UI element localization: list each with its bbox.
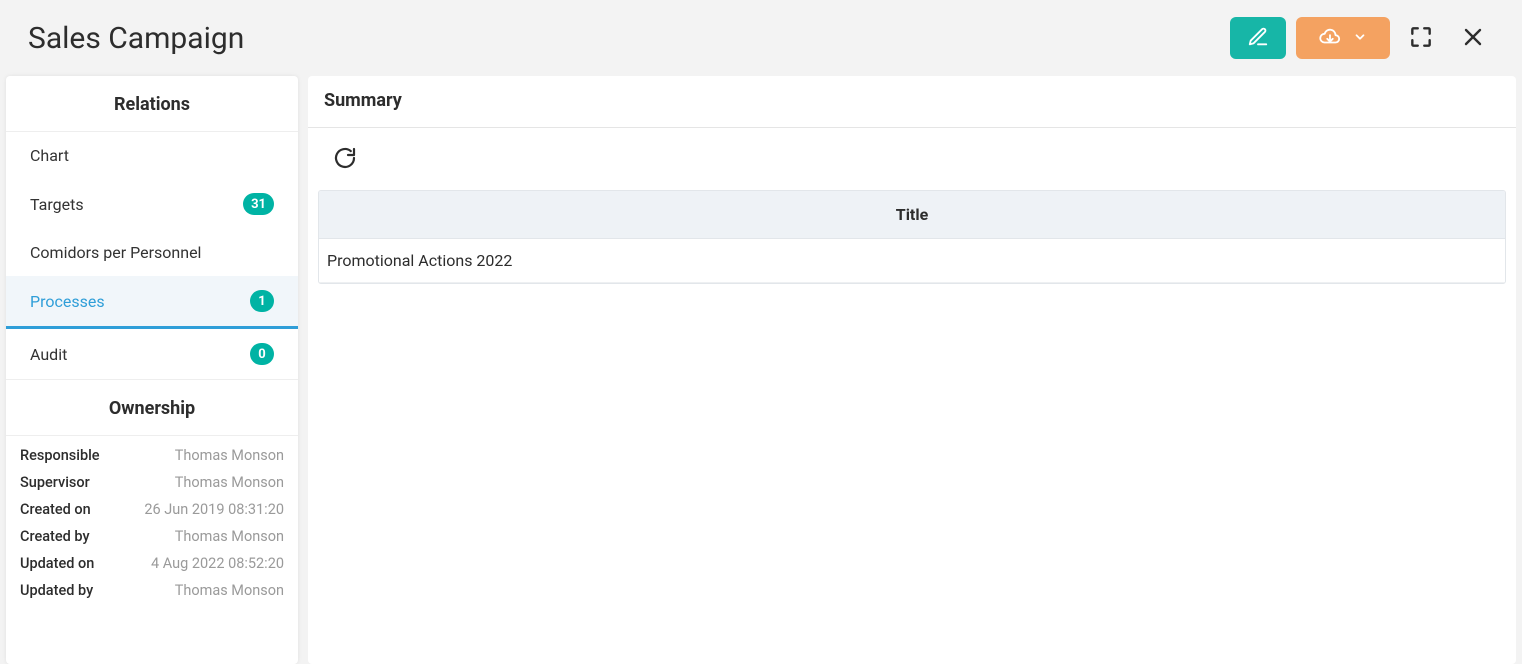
ownership-label: Created on: [20, 501, 91, 518]
ownership-value: Thomas Monson: [175, 582, 284, 599]
ownership-label: Supervisor: [20, 474, 90, 491]
sidebar-item-chart[interactable]: Chart: [6, 132, 298, 179]
ownership-label: Updated by: [20, 582, 93, 599]
sidebar-item-label: Targets: [30, 195, 84, 214]
ownership-label: Created by: [20, 528, 90, 545]
page-title: Sales Campaign: [28, 21, 244, 56]
ownership-section: Responsible Thomas Monson Supervisor Tho…: [6, 436, 298, 614]
cloud-actions-button[interactable]: [1296, 17, 1390, 59]
table-row[interactable]: Promotional Actions 2022: [319, 239, 1505, 283]
ownership-updated-by: Updated by Thomas Monson: [20, 577, 284, 604]
ownership-value: 4 Aug 2022 08:52:20: [151, 555, 284, 572]
count-badge: 1: [250, 290, 274, 312]
summary-body: Title Promotional Actions 2022: [308, 128, 1516, 664]
page-header: Sales Campaign: [0, 0, 1522, 76]
sidebar-item-comidors-per-personnel[interactable]: Comidors per Personnel: [6, 229, 298, 276]
ownership-value: 26 Jun 2019 08:31:20: [144, 501, 284, 518]
ownership-header: Ownership: [6, 379, 298, 436]
ownership-created-on: Created on 26 Jun 2019 08:31:20: [20, 496, 284, 523]
fullscreen-button[interactable]: [1400, 17, 1442, 59]
sidebar-item-audit[interactable]: Audit 0: [6, 329, 298, 379]
header-actions: [1230, 17, 1494, 59]
ownership-value: Thomas Monson: [175, 528, 284, 545]
column-header-title[interactable]: Title: [319, 191, 1505, 239]
chevron-down-icon: [1353, 30, 1367, 47]
summary-table: Title Promotional Actions 2022: [318, 190, 1506, 284]
sidebar: Relations Chart Targets 31 Comidors per …: [6, 76, 298, 664]
sidebar-item-processes[interactable]: Processes 1: [6, 276, 298, 329]
summary-header: Summary: [308, 76, 1516, 128]
close-button[interactable]: [1452, 17, 1494, 59]
count-badge: 31: [243, 193, 274, 215]
count-badge: 0: [250, 343, 274, 365]
sidebar-item-label: Audit: [30, 345, 67, 364]
cloud-download-icon: [1319, 26, 1341, 51]
close-icon: [1461, 25, 1485, 52]
toolbar: [318, 144, 1506, 190]
refresh-button[interactable]: [330, 144, 360, 174]
main-content: Summary Title: [308, 76, 1516, 664]
ownership-label: Responsible: [20, 447, 100, 464]
ownership-updated-on: Updated on 4 Aug 2022 08:52:20: [20, 550, 284, 577]
ownership-supervisor: Supervisor Thomas Monson: [20, 469, 284, 496]
ownership-value: Thomas Monson: [175, 474, 284, 491]
edit-button[interactable]: [1230, 17, 1286, 59]
sidebar-item-label: Chart: [30, 146, 69, 165]
sidebar-item-label: Processes: [30, 292, 105, 311]
sidebar-item-targets[interactable]: Targets 31: [6, 179, 298, 229]
ownership-created-by: Created by Thomas Monson: [20, 523, 284, 550]
relations-header: Relations: [6, 76, 298, 132]
relations-nav: Chart Targets 31 Comidors per Personnel …: [6, 132, 298, 379]
ownership-label: Updated on: [20, 555, 94, 572]
ownership-value: Thomas Monson: [175, 447, 284, 464]
pencil-icon: [1247, 26, 1269, 51]
page-layout: Relations Chart Targets 31 Comidors per …: [0, 76, 1522, 664]
sidebar-item-label: Comidors per Personnel: [30, 243, 201, 262]
expand-icon: [1408, 24, 1434, 53]
cell-title: Promotional Actions 2022: [319, 239, 1505, 283]
ownership-responsible: Responsible Thomas Monson: [20, 442, 284, 469]
refresh-icon: [333, 146, 357, 173]
